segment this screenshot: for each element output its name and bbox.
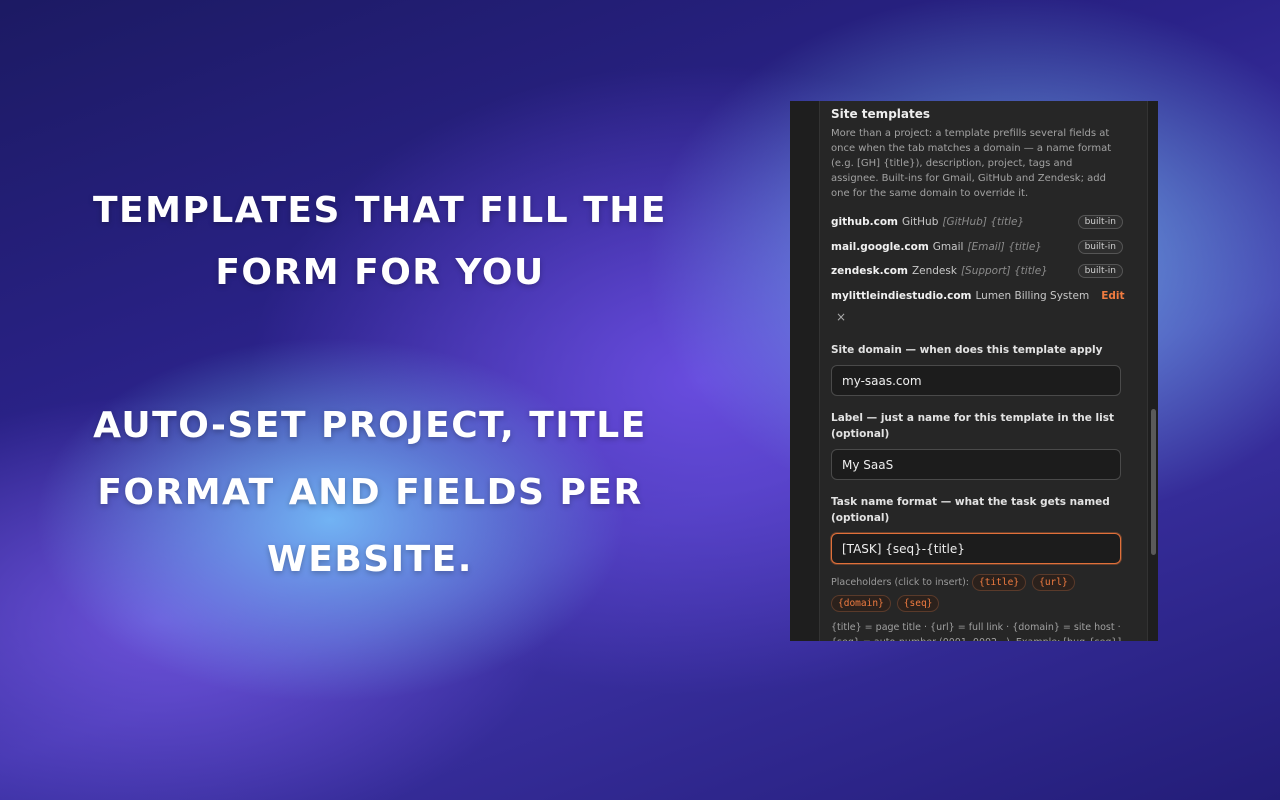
name-format-input[interactable] bbox=[831, 533, 1121, 564]
template-row-gmail: mail.google.com Gmail [Email] {title} bu… bbox=[831, 235, 1123, 260]
remove-template-icon[interactable]: × bbox=[836, 310, 1123, 328]
placeholders-row: Placeholders (click to insert): {title} … bbox=[831, 572, 1123, 614]
template-label-label: Label — just a name for this template in… bbox=[831, 412, 1115, 440]
placeholder-help-text: {title} = page title · {url} = full link… bbox=[831, 622, 1121, 641]
template-format: [Support] {title} bbox=[960, 265, 1048, 278]
template-domain: zendesk.com bbox=[831, 265, 908, 278]
placeholder-chip-title[interactable]: {title} bbox=[972, 574, 1027, 591]
template-label: Gmail bbox=[932, 240, 964, 253]
site-domain-label: Site domain — when does this template ap… bbox=[831, 344, 1103, 356]
placeholders-label: Placeholders (click to insert): bbox=[831, 577, 969, 588]
template-format: [Email] {title} bbox=[967, 240, 1042, 253]
built-in-badge: built-in bbox=[1077, 239, 1123, 254]
section-title: Site templates bbox=[831, 107, 931, 121]
template-row-github: github.com GitHub [GitHub] {title} built… bbox=[831, 210, 1123, 235]
template-format: [GitHub] {title} bbox=[942, 216, 1025, 229]
site-templates-section: Site templates More than a project: a te… bbox=[831, 107, 1125, 641]
template-row-custom: mylittleindiestudio.com Lumen Billing Sy… bbox=[831, 284, 1125, 309]
panel-left-rail bbox=[790, 101, 820, 641]
template-label: Lumen Billing System bbox=[975, 289, 1090, 302]
panel-scrollbar[interactable] bbox=[1147, 101, 1158, 641]
template-label: GitHub bbox=[901, 216, 939, 229]
built-in-badge: built-in bbox=[1077, 215, 1123, 230]
template-domain: github.com bbox=[831, 216, 898, 229]
template-label: Zendesk bbox=[911, 265, 957, 278]
settings-panel: Site templates More than a project: a te… bbox=[790, 101, 1158, 641]
scrollbar-thumb[interactable] bbox=[1151, 409, 1156, 555]
placeholder-chip-url[interactable]: {url} bbox=[1032, 574, 1075, 591]
placeholder-chip-seq[interactable]: {seq} bbox=[896, 595, 940, 612]
edit-template-button[interactable]: Edit bbox=[1101, 290, 1124, 302]
placeholder-chip-domain[interactable]: {domain} bbox=[831, 595, 891, 612]
name-format-label: Task name format — what the task gets na… bbox=[831, 496, 1110, 524]
template-row-zendesk: zendesk.com Zendesk [Support] {title} bu… bbox=[831, 259, 1123, 284]
template-domain: mail.google.com bbox=[831, 240, 929, 253]
headline-bottom: Auto-set project, title format and field… bbox=[93, 405, 647, 580]
section-description: More than a project: a template prefills… bbox=[831, 128, 1112, 199]
built-in-badge: built-in bbox=[1077, 264, 1123, 279]
headline-top: Templates that fill the form for you bbox=[93, 190, 667, 293]
site-domain-input[interactable] bbox=[831, 365, 1121, 396]
template-domain: mylittleindiestudio.com bbox=[831, 289, 972, 302]
template-label-input[interactable] bbox=[831, 449, 1121, 480]
